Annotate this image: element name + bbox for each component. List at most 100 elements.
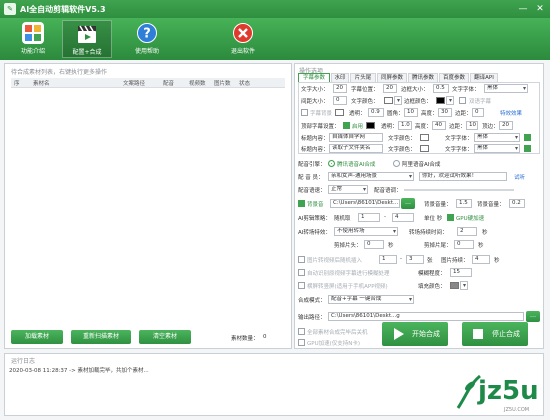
toolbar-help[interactable]: ? 使用帮助 <box>122 20 172 58</box>
title-font-select[interactable]: 黑体 <box>474 133 520 142</box>
output-path-input[interactable]: C:\Users\86101\Deskt...g <box>328 312 524 321</box>
text-color-dropdown[interactable] <box>394 96 402 105</box>
image-duration-label: 图片持续： <box>441 258 469 264</box>
stop-compose-button[interactable]: 停止合成 <box>462 322 528 346</box>
ai-cut-max-input[interactable]: 4 <box>392 213 414 222</box>
title-bar: ✎ AI全自动剪辑软件V5.3 — ✕ <box>0 0 550 18</box>
voice-pitch-slider-track[interactable] <box>404 189 514 191</box>
minimize-button[interactable]: — <box>516 3 530 15</box>
voice-actor-select[interactable]: 亲和女声-通用场景 <box>328 172 414 181</box>
compose-mode-select[interactable]: 配音+字幕 一键合成 <box>328 295 414 304</box>
top-margin-input[interactable]: 10 <box>466 121 478 130</box>
image-insert-checkbox[interactable] <box>298 256 305 263</box>
shutdown-after-checkbox[interactable] <box>298 328 305 335</box>
cut-tail-unit: 秒 <box>478 243 484 249</box>
title-content-input[interactable]: 自媒体自学网 <box>329 133 383 142</box>
top-height-label: 高度： <box>415 124 432 130</box>
top-subtitle-color-swatch[interactable] <box>366 122 375 129</box>
image-insert-max-input[interactable]: 3 <box>406 255 424 264</box>
bgm-path-input[interactable]: C:\Users\86101\Deskt... <box>330 199 400 208</box>
gpu-accel-checkbox[interactable] <box>447 214 454 221</box>
voice-sample-input[interactable]: 你好，欢迎试听效果！ <box>419 172 507 181</box>
cut-head-input[interactable]: 0 <box>364 240 384 249</box>
title-enable-checkbox[interactable] <box>524 134 531 141</box>
ai-transition-select[interactable]: 不使用转场 <box>334 227 398 236</box>
clear-material-button[interactable]: 清空素材 <box>139 330 191 344</box>
voice-engine-ali-radio[interactable] <box>393 160 400 167</box>
tab-subtitle-params[interactable]: 字幕参数 <box>298 73 330 82</box>
ai-cut-min-input[interactable]: 1 <box>358 213 380 222</box>
subtitle-font-label: 文字字体： <box>445 147 473 153</box>
corner-radius-input[interactable]: 10 <box>404 108 418 117</box>
voice-volume-input[interactable]: 1.5 <box>456 199 472 208</box>
log-panel-title: 运行日志 <box>11 358 36 365</box>
border-color-dropdown[interactable] <box>446 96 454 105</box>
fill-color-dropdown[interactable] <box>460 281 468 290</box>
subtitle-font-select[interactable]: 黑体 <box>474 144 520 153</box>
tab-same-screen[interactable]: 同屏参数 <box>377 73 407 82</box>
top-edge-input[interactable]: 20 <box>499 121 513 130</box>
bilingual-subtitle-checkbox[interactable] <box>459 97 466 104</box>
subtitle-enable-checkbox[interactable] <box>524 145 531 152</box>
spacing-input[interactable]: 0 <box>333 96 347 105</box>
output-browse-button[interactable]: … <box>526 311 540 322</box>
material-count-label: 素材数量： <box>231 336 259 342</box>
height-input[interactable]: 30 <box>438 108 452 117</box>
transparency-label: 透明： <box>349 111 366 117</box>
subtitle-text-color-swatch[interactable] <box>420 145 429 152</box>
transparency-input[interactable]: 0.9 <box>368 108 384 117</box>
toolbar-feature-intro[interactable]: 功能介绍 <box>8 20 58 58</box>
subtitle-position-input[interactable]: 20 <box>383 84 397 93</box>
top-edge-label: 顶边： <box>482 124 499 130</box>
auto-blur-subtitle-checkbox[interactable] <box>298 269 305 276</box>
bgm-checkbox[interactable] <box>298 200 305 207</box>
toolbar-exit[interactable]: 退出软件 <box>218 20 268 58</box>
cut-tail-input[interactable]: 0 <box>454 240 474 249</box>
blur-level-input[interactable]: 15 <box>450 268 472 277</box>
font-family-select[interactable]: 黑体 <box>484 84 528 93</box>
ai-cut-dash: - <box>384 214 386 220</box>
tab-translate-api[interactable]: 翻译API <box>470 73 498 82</box>
font-size-input[interactable]: 20 <box>333 84 347 93</box>
landscape-to-portrait-checkbox[interactable] <box>298 282 305 289</box>
start-compose-button[interactable]: 开始合成 <box>382 322 448 346</box>
voice-preview-link[interactable]: 试听 <box>514 173 525 181</box>
title-text-color-swatch[interactable] <box>420 134 429 141</box>
play-icon <box>394 328 404 340</box>
fill-color-swatch[interactable] <box>450 282 459 289</box>
tab-tencent-params[interactable]: 腾讯参数 <box>408 73 438 82</box>
subtitle-content-input[interactable]: 读取子文件夹名 <box>329 144 383 153</box>
bgm-browse-button[interactable]: … <box>401 198 415 209</box>
toolbar-label: 退出软件 <box>230 48 255 55</box>
top-subtitle-enable-checkbox[interactable] <box>343 122 350 129</box>
border-color-swatch[interactable] <box>436 97 445 104</box>
gpu-nvidia-checkbox[interactable] <box>298 339 305 346</box>
toolbar-label: 配置+合成 <box>72 49 102 56</box>
margin-input[interactable]: 0 <box>472 108 484 117</box>
border-size-input[interactable]: 0.5 <box>433 84 449 93</box>
effect-preview-link[interactable]: 特效效果 <box>500 109 522 117</box>
subtitle-bg-swatch[interactable] <box>335 109 344 116</box>
tab-baidu-params[interactable]: 百度参数 <box>439 73 469 82</box>
subtitle-bg-checkbox[interactable] <box>301 109 308 116</box>
toolbar-config-compose[interactable]: 配置+合成 <box>62 20 112 58</box>
ai-cut-label: AI剪辑策略： <box>298 216 331 222</box>
close-button[interactable]: ✕ <box>533 3 547 15</box>
voice-speed-select[interactable]: 正常 <box>328 185 368 194</box>
load-material-button[interactable]: 加载素材 <box>11 330 63 344</box>
voice-speed-label: 配音语速： <box>298 188 326 194</box>
image-insert-min-input[interactable]: 1 <box>379 255 397 264</box>
log-line: 2020-03-08 11:28:37 -> 素材加载完毕，共加个素材... <box>9 368 149 374</box>
bgm-volume-input[interactable]: 0.2 <box>509 199 525 208</box>
tab-intro-outro[interactable]: 片头尾 <box>350 73 376 82</box>
top-margin-label: 边距： <box>449 124 466 130</box>
image-duration-input[interactable]: 4 <box>472 255 490 264</box>
top-transparency-input[interactable]: 1.0 <box>398 121 412 130</box>
material-table-body[interactable] <box>11 89 285 315</box>
tab-watermark[interactable]: 水印 <box>331 73 349 82</box>
rescan-material-button[interactable]: 重新扫描素材 <box>71 330 131 344</box>
transition-duration-input[interactable]: 2 <box>457 227 477 236</box>
voice-engine-tencent-radio[interactable] <box>328 160 335 167</box>
text-color-swatch[interactable] <box>384 97 393 104</box>
top-height-input[interactable]: 40 <box>432 121 446 130</box>
